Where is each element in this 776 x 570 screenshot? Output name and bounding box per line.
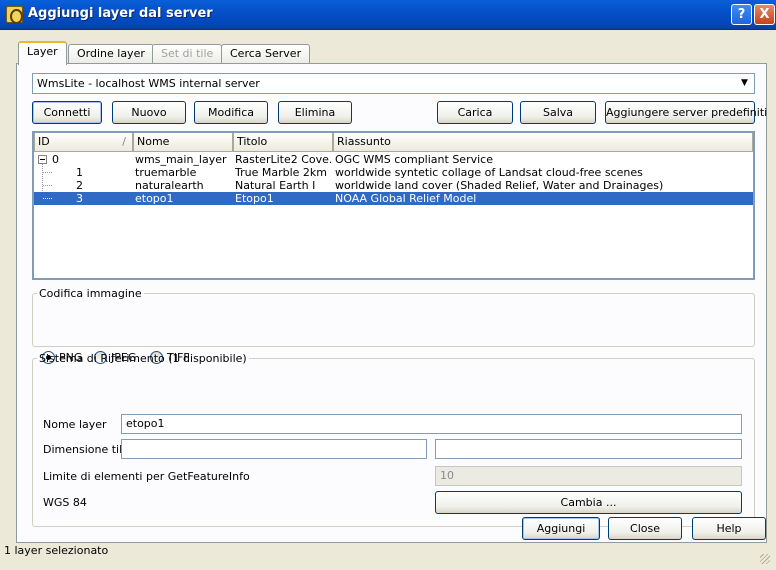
tree-header: ID / Nome Titolo Riassunto (34, 133, 753, 152)
crs-legend: Sistema di Riferimento (1 disponibile) (39, 352, 247, 365)
image-encoding-legend: Codifica immagine (39, 287, 142, 300)
sort-indicator-icon: / (122, 135, 126, 148)
table-row[interactable]: 1 truemarble True Marble 2km worldwide s… (34, 166, 753, 179)
window-title: Aggiungi layer dal server (28, 6, 213, 21)
close-title-button[interactable]: X (754, 4, 775, 25)
layer-tab-panel: WmsLite - localhost WMS internal server … (16, 63, 767, 543)
qgis-icon (6, 6, 23, 24)
tree-connector (43, 172, 52, 173)
tile-size-label: Dimensione tile (43, 443, 129, 456)
change-crs-button[interactable]: Cambia ... (435, 491, 742, 514)
status-text: 1 layer selezionato (4, 544, 109, 557)
layer-name-label: Nome layer (43, 418, 107, 431)
load-button[interactable]: Carica (437, 101, 513, 124)
new-button[interactable]: Nuovo (112, 101, 186, 124)
column-header-name[interactable]: Nome (133, 133, 233, 152)
dialog-body: Layer Ordine layer Set di tile Cerca Ser… (4, 30, 772, 566)
collapse-icon[interactable] (38, 155, 47, 164)
column-header-abstract[interactable]: Riassunto (333, 133, 753, 152)
column-header-id[interactable]: ID / (34, 133, 133, 152)
server-select[interactable]: WmsLite - localhost WMS internal server … (32, 73, 755, 94)
save-button[interactable]: Salva (520, 101, 596, 124)
tab-layer-order[interactable]: Ordine layer (68, 44, 154, 64)
tree-connector (43, 185, 52, 186)
resize-grip-icon[interactable] (760, 554, 770, 564)
column-header-title[interactable]: Titolo (233, 133, 333, 152)
connect-button[interactable]: Connetti (32, 101, 102, 124)
title-bar: Aggiungi layer dal server ? X (0, 0, 776, 30)
tile-width-input[interactable] (121, 439, 427, 459)
help-button[interactable]: Help (692, 517, 766, 540)
tile-height-input[interactable] (435, 439, 742, 459)
help-title-button[interactable]: ? (731, 4, 752, 25)
delete-button[interactable]: Elimina (278, 101, 352, 124)
table-row[interactable]: 0 wms_main_layer RasterLite2 Cove... OGC… (34, 153, 753, 166)
crs-name: WGS 84 (43, 496, 87, 509)
feature-info-limit-label: Limite di elementi per GetFeatureInfo (43, 470, 250, 483)
chevron-down-icon[interactable]: ▼ (736, 75, 753, 92)
add-default-servers-button[interactable]: Aggiungere server predefiniti (605, 101, 767, 124)
add-button[interactable]: Aggiungi (522, 517, 600, 540)
layer-tree[interactable]: ID / Nome Titolo Riassunto 0 wms_main_la… (32, 131, 755, 280)
image-encoding-group: Codifica immagine (32, 287, 755, 347)
table-row-selected[interactable]: 3 etopo1 Etopo1 NOAA Global Relief Model (34, 192, 753, 205)
tab-tile-set[interactable]: Set di tile (152, 44, 223, 64)
tab-search-server[interactable]: Cerca Server (221, 44, 311, 64)
server-select-value: WmsLite - localhost WMS internal server (37, 77, 260, 90)
table-row[interactable]: 2 naturalearth Natural Earth I worldwide… (34, 179, 753, 192)
feature-info-limit-input[interactable]: 10 (435, 466, 742, 486)
tree-connector (43, 198, 52, 199)
layer-name-input[interactable]: etopo1 (121, 414, 742, 434)
tab-layer[interactable]: Layer (18, 41, 67, 65)
close-button[interactable]: Close (608, 517, 682, 540)
edit-button[interactable]: Modifica (194, 101, 268, 124)
